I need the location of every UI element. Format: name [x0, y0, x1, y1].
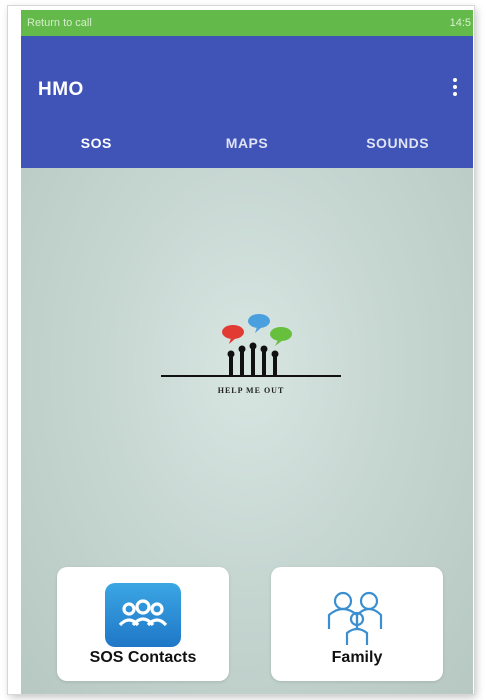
return-to-call-text[interactable]: Return to call	[27, 17, 92, 29]
more-dot	[453, 78, 457, 82]
more-vert-icon[interactable]	[445, 74, 465, 100]
tab-bar: SOS MAPS SOUNDS	[21, 132, 473, 172]
sos-contacts-label: SOS Contacts	[89, 649, 197, 666]
tab-sos[interactable]: SOS	[21, 132, 172, 172]
logo-caption: HELP ME OUT	[217, 386, 285, 395]
app-bar: HMO SOS MAPS SOUNDS	[21, 36, 473, 172]
family-label: Family	[331, 649, 383, 666]
help-me-out-logo: HELP ME OUT	[161, 308, 341, 398]
app-title: HMO	[38, 79, 84, 100]
contacts-icon	[105, 583, 181, 647]
family-button[interactable]: Family	[271, 567, 443, 681]
sos-contacts-button[interactable]: SOS Contacts	[57, 567, 229, 681]
more-dot	[453, 92, 457, 96]
family-icon	[319, 585, 395, 649]
status-bar: Return to call 14:5	[21, 10, 473, 36]
tab-sounds[interactable]: SOUNDS	[322, 132, 473, 168]
more-dot	[453, 85, 457, 89]
app-screen: Return to call 14:5 HMO SOS MAPS SOUNDS	[21, 10, 473, 694]
logo-graphic	[161, 314, 341, 377]
status-time: 14:5	[449, 17, 471, 29]
tab-maps[interactable]: MAPS	[172, 132, 323, 168]
